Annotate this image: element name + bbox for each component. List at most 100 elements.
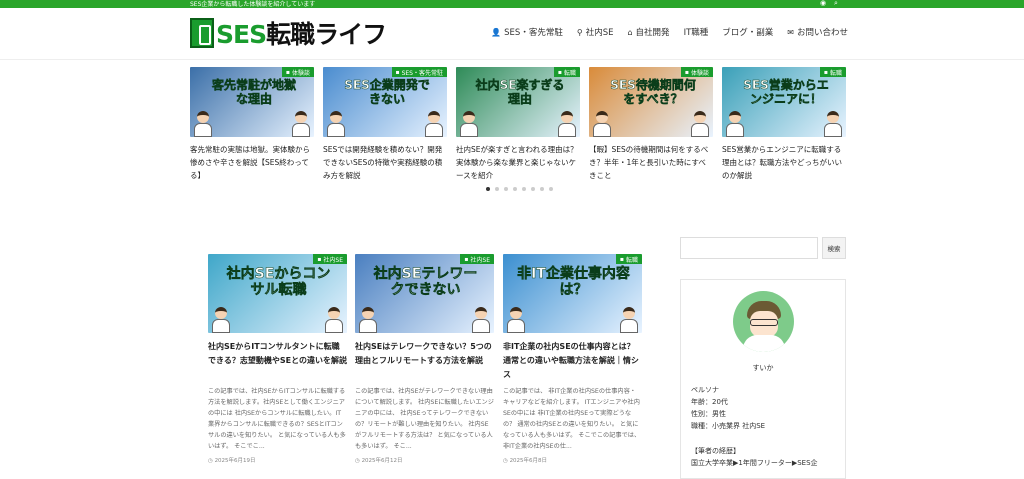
slider-item[interactable]: SES営業からエンジニアに！ ▪ 転職 SES営業からエンジニアに転職する理由とは？転…	[722, 67, 846, 183]
site-logo[interactable]: SES転職ライフ	[190, 17, 387, 49]
article-excerpt: この記事では、 非IT企業の社内SEの仕事内容・キャリアなどを紹介します。 IT…	[503, 388, 641, 450]
illustration-person	[620, 307, 638, 333]
category-badge[interactable]: ▪ 転職	[819, 67, 846, 77]
slider-item[interactable]: 社内SE楽すぎる理由 ▪ 転職社内SEが楽すぎと言われる理由は？実体験から楽な業界と…	[456, 67, 580, 183]
illustration-person	[824, 111, 842, 137]
slide-title[interactable]: 社内SEが楽すぎと言われる理由は？実体験から楽な業界と楽じゃないケースを紹介	[456, 143, 580, 183]
category-badge[interactable]: ▪ 社内SE	[460, 254, 494, 264]
article-title[interactable]: 非IT企業の社内SEの仕事内容とは？通常との違いや転職方法を解説｜情シス	[503, 340, 642, 382]
article-excerpt: この記事では、社内SEがテレワークできない理由について解説します。 社内SEに転…	[355, 388, 494, 450]
thumbnail-caption: SES営業からエンジニアに！	[743, 78, 829, 106]
slider-dot[interactable]	[495, 187, 499, 191]
article-date: ◷ 2025年6月19日	[208, 458, 256, 464]
article-thumbnail[interactable]: 社内SEからコンサル転職 ▪ 社内SE	[208, 254, 347, 333]
folder-icon: ▪	[823, 68, 828, 76]
illustration-person	[359, 307, 377, 333]
folder-icon: ▪	[684, 68, 689, 76]
global-nav: 👤 SES・客先常駐 ⚲ 社内SE ⌂ 自社開発 IT職種 ブログ・副業 ✉ お問い合わ…	[491, 26, 848, 39]
folder-icon: ▪	[619, 255, 624, 263]
slider-dot[interactable]	[486, 187, 490, 191]
article-thumbnail[interactable]: 客先常駐が地獄な理由 ▪ 体験談	[190, 67, 314, 137]
slider-dot[interactable]	[531, 187, 535, 191]
featured-slider: 客先常駐が地獄な理由 ▪ 体験談客先常駐の実態は地獄。実体験から惨めさや辛さを解説【…	[190, 67, 846, 197]
nav-item-ses[interactable]: 👤 SES・客先常駐	[491, 26, 563, 39]
slider-item[interactable]: SES企業開発できない ▪ SES・客先常駐 SESでは開発経験を積めない？開発できな…	[323, 67, 447, 183]
illustration-person	[691, 111, 709, 137]
illustration-person	[593, 111, 611, 137]
pin-icon: ⚲	[576, 27, 583, 37]
article-thumbnail[interactable]: SES企業開発できない ▪ SES・客先常駐	[323, 67, 447, 137]
thumbnail-caption: 非IT企業仕事内容は？	[517, 266, 630, 299]
site-tagline: SES企業から転職した体験談を紹介しています	[190, 1, 316, 8]
slider-item[interactable]: 客先常駐が地獄な理由 ▪ 体験談客先常駐の実態は地獄。実体験から惨めさや辛さを解説【…	[190, 67, 314, 183]
category-badge[interactable]: ▪ 転職	[615, 254, 642, 264]
article-title[interactable]: 社内SEはテレワークできない？5つの理由とフルリモートする方法を解説	[355, 340, 494, 382]
article-title[interactable]: 社内SEからITコンサルタントに転職できる？志望動機やSEとの違いを解説	[208, 340, 347, 382]
nav-item-it-jobs[interactable]: IT職種	[684, 26, 709, 38]
article-date: ◷ 2025年6月8日	[503, 458, 548, 464]
profile-widget: すいか ペルソナ 年齢：20代 性別：男性 職種：小売業界 社内SE 【筆者の経…	[680, 279, 846, 479]
article-thumbnail[interactable]: 非IT企業仕事内容は？ ▪ 転職	[503, 254, 642, 333]
slide-title[interactable]: SESでは開発経験を積めない？開発できないSESの特徴や実務経験の積み方を解説	[323, 143, 447, 183]
article-card[interactable]: 社内SEテレワークできない ▪ 社内SE 社内SEはテレワークできない？5つの理由とフ…	[355, 254, 494, 464]
slider-item[interactable]: SES待機期間何をすべき？ ▪ 体験談【暇】SESの待機期間は何をするべき？半年・1…	[589, 67, 713, 183]
thumbnail-caption: 社内SEからコンサル転職	[226, 266, 331, 299]
article-card[interactable]: 非IT企業仕事内容は？ ▪ 転職非IT企業の社内SEの仕事内容とは？通常との違いや転…	[503, 254, 642, 464]
nav-item-contact[interactable]: ✉ お問い合わせ	[787, 26, 848, 39]
folder-icon: ▪	[395, 68, 400, 76]
thumbnail-caption: SES待機期間何をすべき？	[610, 78, 696, 106]
illustration-person	[325, 307, 343, 333]
folder-icon: ▪	[285, 68, 290, 76]
slider-dot[interactable]	[540, 187, 544, 191]
article-thumbnail[interactable]: SES営業からエンジニアに！ ▪ 転職	[722, 67, 846, 137]
slider-dots	[486, 187, 553, 191]
site-header: SES転職ライフ 👤 SES・客先常駐 ⚲ 社内SE ⌂ 自社開発 IT職種 ブログ・…	[0, 8, 1024, 60]
slide-title[interactable]: 【暇】SESの待機期間は何をするべき？半年・1年と長引いた時にすべきこと	[589, 143, 713, 183]
folder-icon: ▪	[557, 68, 562, 76]
slide-title[interactable]: 客先常駐の実態は地獄。実体験から惨めさや辛さを解説【SES終わってる】	[190, 143, 314, 183]
illustration-person	[472, 307, 490, 333]
search-input[interactable]	[680, 237, 818, 259]
category-badge[interactable]: ▪ 体験談	[281, 67, 314, 77]
search-button[interactable]: 検索	[822, 237, 846, 259]
thumbnail-caption: 社内SEテレワークできない	[373, 266, 478, 299]
profile-gender: 性別：男性	[691, 410, 726, 418]
category-badge[interactable]: ▪ 社内SE	[313, 254, 347, 264]
slider-dot[interactable]	[513, 187, 517, 191]
nav-item-blog[interactable]: ブログ・副業	[722, 26, 773, 38]
article-card[interactable]: 社内SEからコンサル転職 ▪ 社内SE 社内SEからITコンサルタントに転職できる？志…	[208, 254, 347, 464]
illustration-person	[327, 111, 345, 137]
profile-name: すいか	[752, 364, 774, 372]
search-icon[interactable]: ⌕	[834, 0, 838, 8]
category-badge[interactable]: ▪ 転職	[553, 67, 580, 77]
folder-icon: ▪	[464, 255, 469, 263]
folder-icon: ▪	[317, 255, 322, 263]
nav-item-jisha-kaihatsu[interactable]: ⌂ 自社開発	[627, 26, 669, 39]
thumbnail-caption: SES企業開発できない	[344, 78, 430, 106]
illustration-person	[558, 111, 576, 137]
logo-text: SES転職ライフ	[216, 20, 387, 49]
profile-history: 国立大学卒業▶1年間フリーター▶SES企	[691, 459, 818, 467]
article-excerpt: この記事では、社内SEからITコンサルに転職する方法を解説します。社内SEとして…	[208, 388, 346, 450]
illustration-person	[292, 111, 310, 137]
article-thumbnail[interactable]: 社内SE楽すぎる理由 ▪ 転職	[456, 67, 580, 137]
profile-age: 年齢：20代	[691, 398, 728, 406]
slider-dot[interactable]	[549, 187, 553, 191]
profile-job: 職種：小売業界 社内SE	[691, 422, 766, 430]
home-icon: ⌂	[627, 27, 633, 37]
slider-dot[interactable]	[522, 187, 526, 191]
rss-icon[interactable]: ◉	[820, 0, 826, 7]
slider-dot[interactable]	[504, 187, 508, 191]
category-badge[interactable]: ▪ SES・客先常駐	[391, 67, 447, 77]
illustration-person	[425, 111, 443, 137]
illustration-person	[212, 307, 230, 333]
profile-persona: ペルソナ	[691, 386, 719, 394]
nav-item-shanai-se[interactable]: ⚲ 社内SE	[576, 26, 614, 39]
article-thumbnail[interactable]: 社内SEテレワークできない ▪ 社内SE	[355, 254, 494, 333]
slide-title[interactable]: SES営業からエンジニアに転職する理由とは？転職方法やどっちがいいのか解説	[722, 143, 846, 183]
article-date: ◷ 2025年6月12日	[355, 458, 403, 464]
category-badge[interactable]: ▪ 体験談	[680, 67, 713, 77]
thumbnail-caption: 社内SE楽すぎる理由	[475, 78, 565, 106]
illustration-person	[726, 111, 744, 137]
article-thumbnail[interactable]: SES待機期間何をすべき？ ▪ 体験談	[589, 67, 713, 137]
